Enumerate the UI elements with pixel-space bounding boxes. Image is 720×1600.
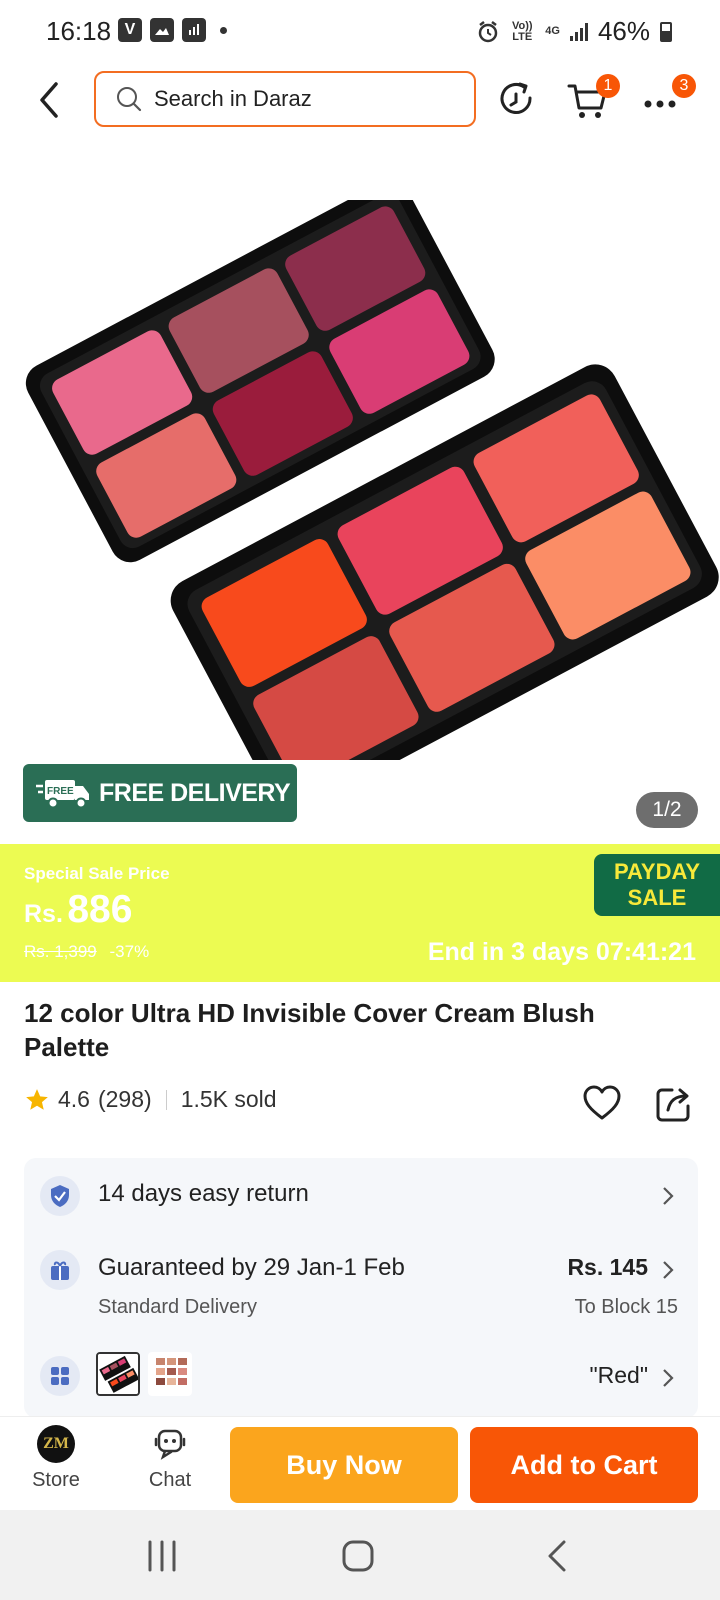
chat-button[interactable]: Chat <box>130 1425 210 1505</box>
grid-icon <box>40 1356 80 1396</box>
sold-count: 1.5K sold <box>180 1086 277 1112</box>
status-time: 16:18 <box>46 16 112 46</box>
share-icon[interactable] <box>654 1084 694 1124</box>
cart-badge: 1 <box>596 74 620 98</box>
payday-line2: SALE <box>627 885 687 910</box>
star-icon <box>26 1088 48 1110</box>
divider <box>165 1089 167 1110</box>
delivery-type: Standard Delivery <box>98 1296 257 1318</box>
sim-icon <box>182 18 206 42</box>
volte-icon: Vo)) LTE <box>511 19 533 43</box>
sale-banner: Special Sale Price Rs. 886 Rs. 1,399 -37… <box>0 844 720 982</box>
discount-percent: -37% <box>109 942 150 961</box>
buy-now-button[interactable]: Buy Now <box>230 1427 458 1503</box>
signal-icon <box>569 22 588 41</box>
selected-variant: "Red" <box>589 1362 648 1388</box>
back-nav-icon[interactable] <box>538 1536 578 1576</box>
bottom-action-bar: ZM Store Chat Buy Now Add to Cart <box>0 1416 720 1510</box>
history-icon[interactable] <box>492 76 540 124</box>
rating-value: 4.6 <box>58 1086 90 1112</box>
more-button[interactable]: 3 <box>640 74 702 126</box>
more-badge: 3 <box>672 74 696 98</box>
return-policy-row[interactable]: 14 days easy return <box>24 1158 698 1234</box>
free-delivery-badge: FREE FREE DELIVERY <box>23 764 297 822</box>
delivery-truck-icon: FREE <box>36 780 89 809</box>
image-counter: 1/2 <box>636 792 698 828</box>
variant-row[interactable]: "Red" <box>24 1342 698 1412</box>
sale-price: Rs. 886 <box>24 888 132 932</box>
shield-check-icon <box>40 1176 80 1216</box>
chevron-right-icon <box>663 1261 674 1279</box>
chevron-right-icon <box>663 1187 674 1205</box>
service-info-card: 14 days easy return Guaranteed by 29 Jan… <box>24 1158 698 1418</box>
gift-box-icon <box>40 1250 80 1290</box>
store-label: Store <box>32 1469 80 1491</box>
delivery-fee: Rs. 145 <box>567 1254 648 1280</box>
product-image[interactable] <box>0 200 720 760</box>
sale-label: Special Sale Price <box>24 864 170 883</box>
store-logo: ZM <box>37 1425 75 1463</box>
status-bar: 16:18 V Vo)) LTE 4G 46% <box>0 0 720 62</box>
old-price-row: Rs. 1,399 -37% <box>24 942 149 962</box>
variant-thumbnail-nude[interactable] <box>148 1352 192 1396</box>
payday-line1: PAYDAY <box>613 859 700 884</box>
price-amount: 886 <box>67 888 133 931</box>
recent-apps-icon[interactable] <box>142 1536 182 1576</box>
chevron-right-icon <box>663 1369 674 1387</box>
old-price: Rs. 1,399 <box>24 942 97 961</box>
wishlist-heart-icon[interactable] <box>582 1084 622 1124</box>
image-icon <box>150 18 174 42</box>
delivery-destination: To Block 15 <box>574 1296 678 1318</box>
price-currency: Rs. <box>24 900 63 928</box>
search-input[interactable]: Search in Daraz <box>94 71 476 127</box>
alarm-icon <box>479 20 498 42</box>
status-right-icons: Vo)) LTE 4G 46% <box>477 16 672 47</box>
search-placeholder: Search in Daraz <box>154 86 312 111</box>
search-icon <box>117 87 142 112</box>
notification-dot-icon <box>220 26 227 34</box>
battery-icon <box>660 21 672 42</box>
free-delivery-text: FREE DELIVERY <box>99 778 291 807</box>
guarantee-text: Guaranteed by 29 Jan-1 Feb <box>98 1254 405 1281</box>
status-left-icons: V <box>118 18 227 42</box>
add-to-cart-button[interactable]: Add to Cart <box>470 1427 698 1503</box>
return-text: 14 days easy return <box>98 1180 309 1207</box>
chat-icon <box>154 1429 186 1460</box>
rating-row[interactable]: 4.6 (298) 1.5K sold <box>24 1086 277 1113</box>
battery-percent: 46% <box>597 16 650 46</box>
v-icon: V <box>118 18 142 42</box>
store-button[interactable]: ZM Store <box>16 1425 96 1505</box>
cart-button[interactable]: 1 <box>566 74 622 126</box>
variant-thumbnail-red[interactable] <box>96 1352 140 1396</box>
chat-label: Chat <box>148 1469 192 1491</box>
4g-icon: 4G <box>545 25 560 37</box>
review-count: (298) <box>97 1086 152 1112</box>
sale-countdown: End in 3 days 07:41:21 <box>427 938 696 966</box>
system-nav-bar <box>0 1510 720 1600</box>
payday-sale-badge: PAYDAY SALE <box>594 854 720 916</box>
delivery-row[interactable]: Guaranteed by 29 Jan-1 Feb Standard Deli… <box>24 1234 698 1338</box>
back-arrow-icon[interactable] <box>30 78 70 122</box>
home-icon[interactable] <box>338 1536 378 1576</box>
product-title: 12 color Ultra HD Invisible Cover Cream … <box>24 998 595 1062</box>
top-header: Search in Daraz 1 3 <box>0 62 720 138</box>
free-tag-text: FREE <box>47 786 74 797</box>
